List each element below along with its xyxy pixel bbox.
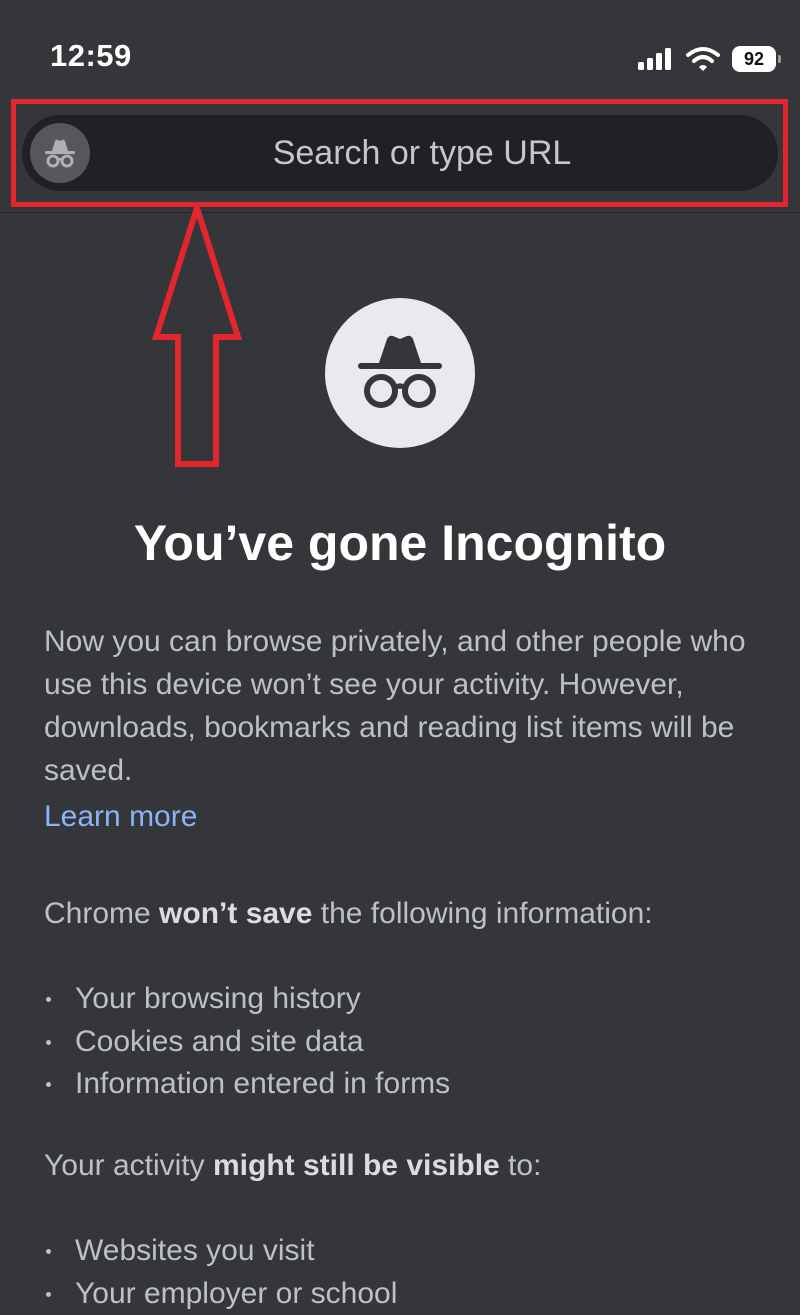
list-item-label: Websites you visit xyxy=(75,1234,315,1267)
omnibox[interactable] xyxy=(22,115,778,191)
wont-save-emphasis: won’t save xyxy=(159,897,312,930)
list-item: Your browsing history xyxy=(44,978,450,1021)
cellular-signal-icon xyxy=(638,47,674,71)
still-visible-suffix: to: xyxy=(500,1149,542,1182)
bullet-dot xyxy=(46,1249,51,1254)
bullet-dot xyxy=(46,1292,51,1297)
list-item: Information entered in forms xyxy=(44,1063,450,1106)
battery-level: 92 xyxy=(744,49,764,70)
learn-more-link[interactable]: Learn more xyxy=(44,800,197,834)
status-bar: 12:59 92 xyxy=(0,0,800,100)
incognito-icon[interactable] xyxy=(30,123,90,183)
list-item-label: Information entered in forms xyxy=(75,1067,450,1100)
wifi-icon xyxy=(686,46,720,72)
list-item-label: Cookies and site data xyxy=(75,1025,364,1058)
page-title: You’ve gone Incognito xyxy=(0,514,800,572)
bullet-dot xyxy=(46,997,51,1002)
intro-text: Now you can browse privately, and other … xyxy=(44,620,774,792)
list-item: Cookies and site data xyxy=(44,1021,450,1064)
up-arrow-annotation xyxy=(150,204,244,468)
bullet-dot xyxy=(46,1040,51,1045)
wont-save-prefix: Chrome xyxy=(44,897,159,930)
battery-icon: 92 xyxy=(732,46,776,72)
status-icons: 92 xyxy=(638,42,776,76)
list-item-label: Your browsing history xyxy=(75,982,361,1015)
status-time: 12:59 xyxy=(50,38,132,74)
wont-save-list: Your browsing history Cookies and site d… xyxy=(44,978,450,1106)
list-item-label: Your employer or school xyxy=(75,1277,397,1310)
incognito-hero-icon xyxy=(325,298,475,448)
wont-save-heading: Chrome won’t save the following informat… xyxy=(44,894,653,934)
still-visible-heading: Your activity might still be visible to: xyxy=(44,1146,541,1186)
still-visible-prefix: Your activity xyxy=(44,1149,213,1182)
still-visible-list: Websites you visit Your employer or scho… xyxy=(44,1230,397,1315)
still-visible-emphasis: might still be visible xyxy=(213,1149,500,1182)
list-item: Your employer or school xyxy=(44,1273,397,1315)
wont-save-suffix: the following information: xyxy=(312,897,652,930)
list-item: Websites you visit xyxy=(44,1230,397,1273)
toolbar-divider xyxy=(0,212,800,213)
search-input[interactable] xyxy=(112,115,732,191)
bullet-dot xyxy=(46,1082,51,1087)
